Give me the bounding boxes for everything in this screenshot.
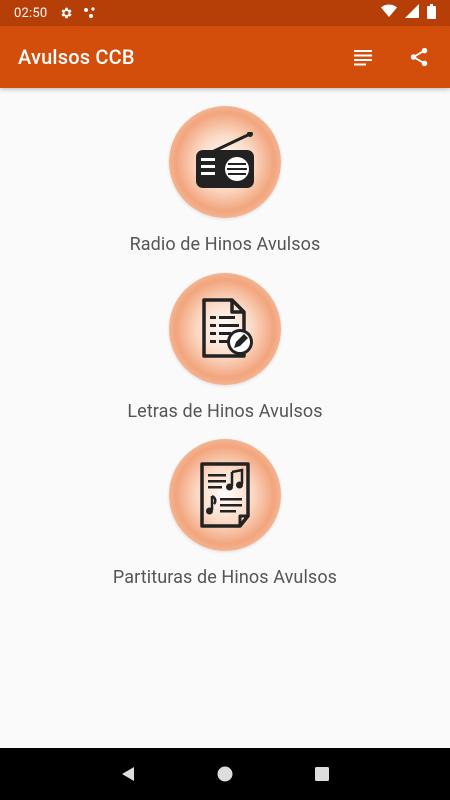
list-icon[interactable] (350, 44, 376, 70)
app-bar: Avulsos CCB (0, 26, 450, 88)
sheet-music-icon-circle (169, 439, 281, 551)
status-bar: 02:50 (0, 0, 450, 26)
signal-icon (405, 4, 419, 22)
menu-item-label: Letras de Hinos Avulsos (127, 401, 323, 422)
menu-item-letras[interactable]: Letras de Hinos Avulsos (0, 273, 450, 433)
document-edit-icon (202, 298, 253, 358)
app-title: Avulsos CCB (18, 45, 135, 69)
settings-icon (59, 6, 73, 20)
menu-item-partituras[interactable]: Partituras de Hinos Avulsos (0, 439, 450, 599)
menu-item-label: Partituras de Hinos Avulsos (112, 567, 338, 588)
recents-icon[interactable] (302, 754, 342, 794)
sheet-music-icon (200, 462, 250, 528)
radio-icon-circle (169, 106, 281, 218)
system-nav-bar (0, 748, 450, 800)
home-icon[interactable] (205, 754, 245, 794)
radio-icon (196, 132, 254, 188)
menu-item-label: Radio de Hinos Avulsos (129, 234, 321, 255)
menu-item-radio[interactable]: Radio de Hinos Avulsos (0, 106, 450, 266)
wifi-icon (381, 4, 397, 22)
document-edit-icon-circle (169, 273, 281, 385)
notification-dots-icon (83, 6, 97, 20)
back-icon[interactable] (108, 754, 148, 794)
main-menu: Radio de Hinos Avulsos Letras de Hinos A… (0, 88, 450, 748)
status-time: 02:50 (14, 5, 48, 21)
battery-icon (427, 3, 436, 23)
share-icon[interactable] (406, 44, 432, 70)
